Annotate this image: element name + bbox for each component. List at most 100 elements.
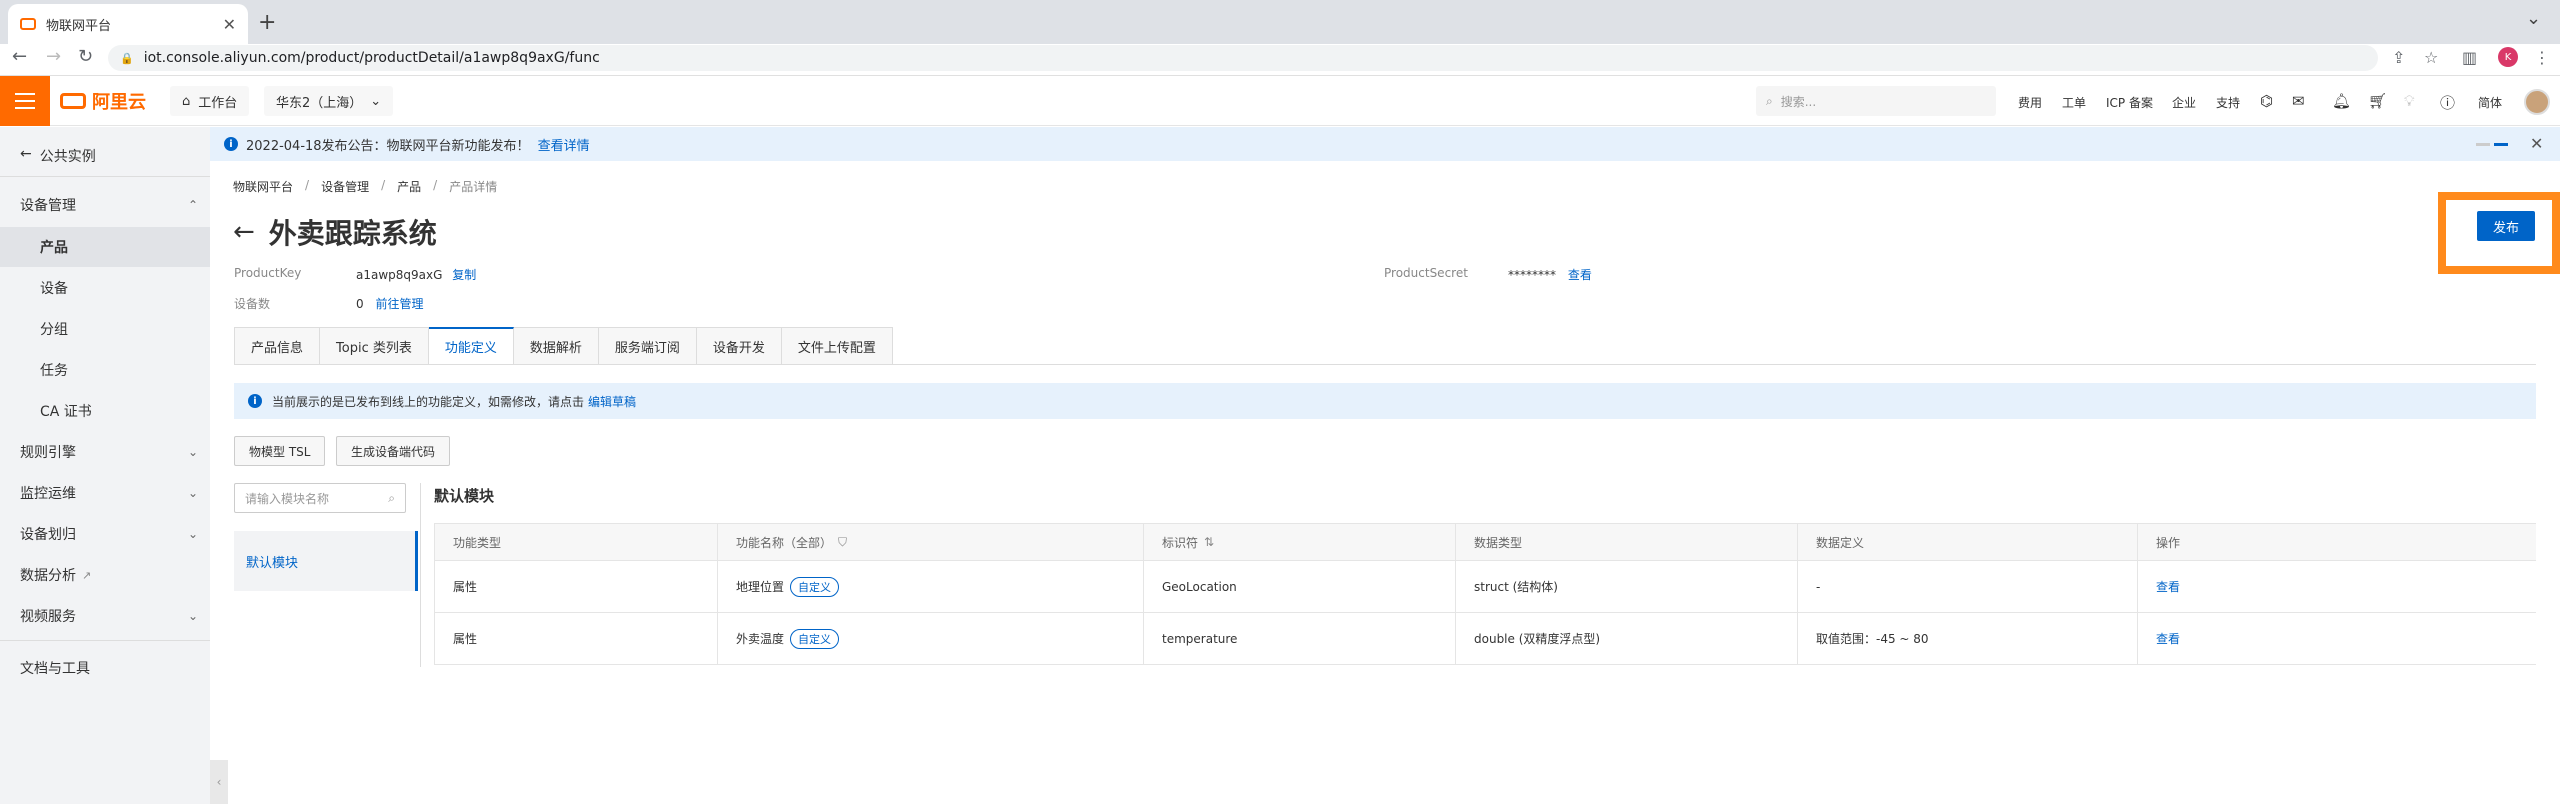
module-list-item[interactable]: 默认模块 xyxy=(234,531,418,591)
module-search-input[interactable]: 请输入模块名称 ⌕ xyxy=(234,483,406,513)
workbench-button[interactable]: ⌂ 工作台 xyxy=(170,86,250,116)
page-title-text: 外卖跟踪系统 xyxy=(268,217,437,250)
product-secret-value: ******** xyxy=(1508,268,1556,282)
product-secret-value-row: ******** 查看 xyxy=(1508,266,1592,283)
view-link[interactable]: 查看 xyxy=(2156,630,2180,647)
sidebar-item-tasks[interactable]: 任务 xyxy=(0,350,210,390)
aliyun-logo[interactable]: 阿里云 xyxy=(60,88,146,114)
sidebar-item-label: 设备管理 xyxy=(20,198,76,214)
module-divider xyxy=(420,483,421,667)
generate-code-button[interactable]: 生成设备端代码 xyxy=(336,436,451,466)
console-search-input[interactable]: ⌕ 搜索... xyxy=(1756,86,1996,116)
sidebar-item-products[interactable]: 产品 xyxy=(0,227,210,267)
view-link[interactable]: 查看 xyxy=(2156,578,2180,595)
reload-icon[interactable]: ↻ xyxy=(78,46,93,67)
header-actions: 操作 xyxy=(2156,535,2181,550)
cloud-shell-icon[interactable]: ⌬ xyxy=(2260,92,2273,110)
info-icon: i xyxy=(248,394,262,408)
message-icon[interactable]: ✉ xyxy=(2292,92,2305,110)
table-header: 功能类型 功能名称（全部） ⛉ 标识符 ⇅ 数据类型 数据定义 操作 xyxy=(434,523,2536,561)
menu-hamburger-icon[interactable] xyxy=(0,76,50,126)
edit-draft-link[interactable]: 编辑草稿 xyxy=(588,393,636,410)
nav-enterprise[interactable]: 企业 xyxy=(2172,94,2196,111)
nav-icp[interactable]: ICP 备案 xyxy=(2106,94,2153,111)
function-table: 功能类型 功能名称（全部） ⛉ 标识符 ⇅ 数据类型 数据定义 操作 属性 地理… xyxy=(434,523,2536,665)
close-icon[interactable]: ✕ xyxy=(2530,134,2543,153)
sidebar-item-label: 数据分析 xyxy=(20,568,76,584)
user-avatar[interactable] xyxy=(2524,89,2550,115)
forward-arrow-icon[interactable]: → xyxy=(46,46,61,67)
side-panel-icon[interactable]: ▥ xyxy=(2462,48,2477,67)
filter-icon[interactable]: ⛉ xyxy=(838,535,847,550)
cell-actions: 查看 xyxy=(2138,613,2536,664)
header-identifier[interactable]: 标识符 ⇅ xyxy=(1144,524,1456,560)
sidebar-item-monitoring[interactable]: 监控运维 ⌄ xyxy=(0,473,210,513)
nav-support[interactable]: 支持 xyxy=(2216,94,2240,111)
header-name[interactable]: 功能名称（全部） ⛉ xyxy=(718,524,1144,560)
nav-tickets[interactable]: 工单 xyxy=(2062,94,2086,111)
sort-icon[interactable]: ⇅ xyxy=(1204,535,1214,549)
profile-avatar[interactable]: K xyxy=(2498,47,2518,67)
sidebar-item-rules-engine[interactable]: 规则引擎 ⌄ xyxy=(0,432,210,472)
sidebar-item-docs-tools[interactable]: 文档与工具 xyxy=(0,648,210,688)
notice-text: 当前展示的是已发布到线上的功能定义，如需修改，请点击 xyxy=(272,394,585,409)
chevron-down-icon: ⌄ xyxy=(187,609,198,623)
region-selector[interactable]: 华东2（上海） ⌄ xyxy=(264,86,394,116)
manage-link[interactable]: 前往管理 xyxy=(375,297,423,311)
breadcrumb-iot[interactable]: 物联网平台 xyxy=(233,178,293,195)
aliyun-logo-icon xyxy=(60,93,86,109)
language-switch[interactable]: 简体 xyxy=(2478,94,2502,111)
sidebar-item-data-analysis[interactable]: 数据分析 ↗ xyxy=(0,555,210,595)
sidebar-item-devices[interactable]: 设备 xyxy=(0,268,210,308)
publish-button[interactable]: 发布 xyxy=(2477,211,2535,241)
sidebar-item-groups[interactable]: 分组 xyxy=(0,309,210,349)
tab-topic-list[interactable]: Topic 类列表 xyxy=(320,327,429,365)
tab-product-info[interactable]: 产品信息 xyxy=(234,327,321,365)
close-tab-icon[interactable]: ✕ xyxy=(223,15,236,34)
lock-icon: 🔒 xyxy=(120,51,134,65)
tab-device-development[interactable]: 设备开发 xyxy=(696,327,782,365)
announcement-link[interactable]: 查看详情 xyxy=(538,135,590,154)
table-row: 属性 外卖温度 自定义 temperature double (双精度浮点型) … xyxy=(434,613,2536,665)
back-arrow-icon[interactable]: ← xyxy=(12,46,27,67)
sidebar-item-ca-cert[interactable]: CA 证书 xyxy=(0,391,210,431)
sidebar-collapse-handle[interactable]: ‹ xyxy=(210,760,228,804)
announcement-bar: i 2022-04-18发布公告：物联网平台新功能发布！ 查看详情 xyxy=(210,127,2560,161)
home-icon: ⌂ xyxy=(182,93,191,109)
tab-function-definition[interactable]: 功能定义 xyxy=(428,327,514,365)
browser-menu-icon[interactable]: ⋮ xyxy=(2534,48,2550,67)
tab-file-upload-config[interactable]: 文件上传配置 xyxy=(781,327,893,365)
module-search-placeholder: 请输入模块名称 xyxy=(245,491,330,506)
breadcrumb-products[interactable]: 产品 xyxy=(397,178,421,195)
sidebar-item-device-assignment[interactable]: 设备划归 ⌄ xyxy=(0,514,210,554)
region-label: 华东2（上海） xyxy=(276,95,363,111)
nav-fees[interactable]: 费用 xyxy=(2018,94,2042,111)
header-data-definition: 数据定义 xyxy=(1798,524,2138,560)
new-tab-icon[interactable]: + xyxy=(258,10,276,35)
help-icon[interactable]: ⓘ xyxy=(2440,92,2455,113)
back-arrow-icon[interactable]: ← xyxy=(233,217,255,247)
breadcrumb-device-mgmt[interactable]: 设备管理 xyxy=(321,178,369,195)
tsl-button[interactable]: 物模型 TSL xyxy=(234,436,326,466)
tab-search-chevron-icon[interactable]: ⌄ xyxy=(2526,8,2541,29)
lightbulb-icon[interactable]: 💡︎ xyxy=(2404,92,2415,110)
tab-server-subscription[interactable]: 服务端订阅 xyxy=(598,327,697,365)
sidebar-item-device-management[interactable]: 设备管理 ⌃ xyxy=(0,185,210,225)
cart-icon[interactable]: 🛒︎ xyxy=(2368,92,2387,110)
address-bar[interactable]: 🔒 iot.console.aliyun.com/product/product… xyxy=(108,45,2378,71)
browser-tab[interactable]: 物联网平台 ✕ xyxy=(8,4,248,44)
sidebar-item-video-service[interactable]: 视频服务 ⌄ xyxy=(0,596,210,636)
bell-icon[interactable]: 🔔︎ xyxy=(2332,92,2351,110)
chevron-down-icon: ⌄ xyxy=(370,93,382,109)
share-icon[interactable]: ⇪ xyxy=(2392,48,2405,67)
pager-dot-active[interactable] xyxy=(2494,143,2508,146)
sidebar-back-link[interactable]: ← 公共实例 xyxy=(20,146,96,166)
tab-data-parsing[interactable]: 数据解析 xyxy=(513,327,599,365)
bookmark-star-icon[interactable]: ☆ xyxy=(2424,48,2438,67)
sidebar-item-label: 监控运维 xyxy=(20,486,76,502)
view-secret-link[interactable]: 查看 xyxy=(1568,268,1592,282)
copy-link[interactable]: 复制 xyxy=(452,268,476,282)
pager-dot[interactable] xyxy=(2476,143,2490,146)
announcement-pager[interactable] xyxy=(2476,143,2508,146)
product-key-value-row: a1awp8q9axG 复制 xyxy=(356,266,476,283)
